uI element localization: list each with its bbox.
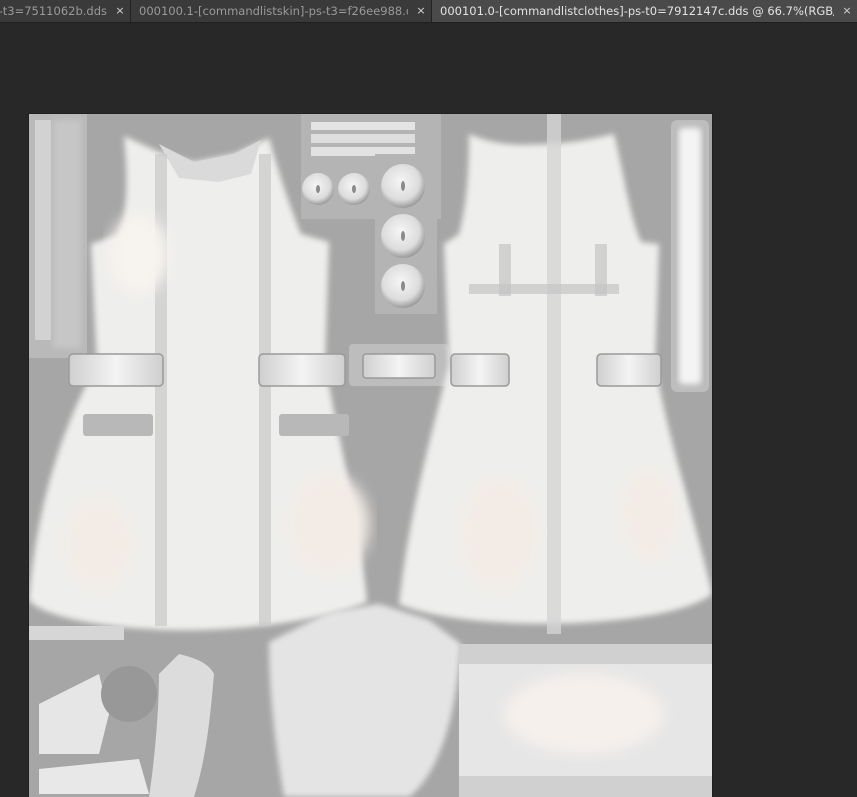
close-icon[interactable]: × <box>414 4 428 18</box>
document-tab-3-title: 000101.0-[commandlistclothes]-ps-t0=7912… <box>440 4 834 18</box>
document-tab-2[interactable]: 000100.1-[commandlistskin]-ps-t3=f26ee98… <box>131 0 432 22</box>
document-tab-1-title: ps-t3=7511062b.dds <box>0 4 107 18</box>
left-strip-piece <box>29 114 87 358</box>
texture-atlas-image <box>29 114 712 797</box>
bottom-band-piece <box>29 626 124 640</box>
close-icon[interactable]: × <box>840 4 854 18</box>
close-icon[interactable]: × <box>113 4 127 18</box>
texture-canvas[interactable] <box>29 114 712 797</box>
document-tab-bar: ps-t3=7511062b.dds × 000100.1-[commandli… <box>0 0 857 23</box>
document-tab-3-active[interactable]: 000101.0-[commandlistclothes]-ps-t0=7912… <box>432 0 857 22</box>
document-tab-2-title: 000100.1-[commandlistskin]-ps-t3=f26ee98… <box>139 4 408 18</box>
skirt-band-piece <box>459 644 712 797</box>
document-workspace[interactable] <box>0 23 857 797</box>
document-tab-1[interactable]: ps-t3=7511062b.dds × <box>0 0 131 22</box>
sleeve-piece <box>29 642 269 797</box>
right-strip-piece <box>671 120 709 392</box>
